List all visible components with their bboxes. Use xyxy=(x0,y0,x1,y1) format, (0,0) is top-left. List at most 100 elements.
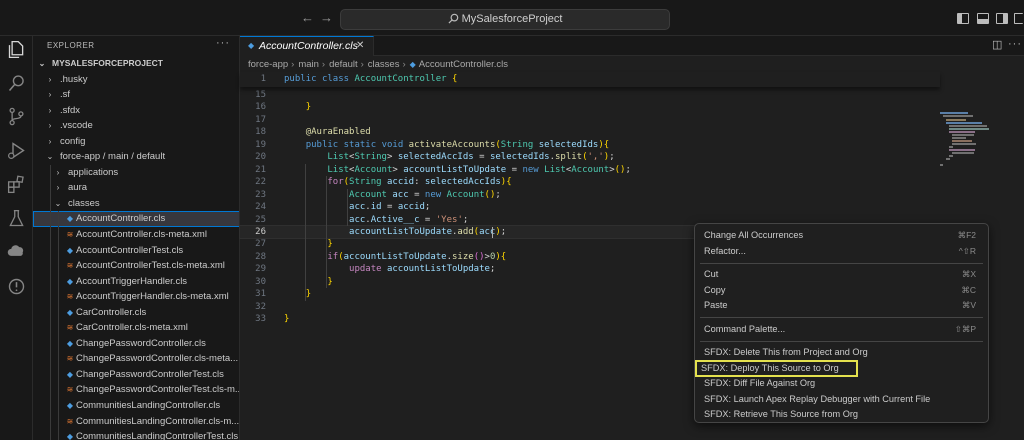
breadcrumb: force-app › main › default › classes › ◆ AccountC… xyxy=(248,57,511,73)
folder-row[interactable]: ⌄ classes xyxy=(33,195,239,212)
indent-guide xyxy=(50,366,51,383)
line-number: 29 xyxy=(255,264,266,275)
file-row[interactable]: ◆ ChangePasswordController.cls xyxy=(33,335,239,352)
more-actions-icon[interactable]: ··· xyxy=(1008,38,1022,50)
code-line[interactable]: 18 @AuraEnabled xyxy=(240,126,940,139)
tree-item-label: .sfdx xyxy=(60,104,81,116)
folder-row[interactable]: ⌄ force-app / main / default xyxy=(33,149,239,165)
file-row[interactable]: ◆ AccountController.cls xyxy=(33,211,239,228)
menu-item-cut[interactable]: Cut ⌘X xyxy=(699,267,984,282)
file-row[interactable]: ◆ AccountTriggerHandler.cls xyxy=(33,273,239,290)
tree-item-label: AccountTriggerHandler.cls xyxy=(76,275,188,287)
salesforce-cloud-icon[interactable] xyxy=(6,241,27,262)
folder-row[interactable]: › .sfdx xyxy=(33,103,239,119)
line-text: update accountListToUpdate; xyxy=(349,264,496,275)
code-line[interactable]: 22 for(String accid: selectedAccIds){ xyxy=(240,176,940,189)
file-row[interactable]: ◆ CommunitiesLandingControllerTest.cls xyxy=(33,429,239,440)
run-and-debug-icon[interactable] xyxy=(6,140,27,161)
menu-item-command-palette[interactable]: Command Palette... ⇧⌘P xyxy=(699,322,984,337)
more-actions-icon[interactable]: ··· xyxy=(216,37,230,49)
folder-row[interactable]: › .husky xyxy=(33,72,239,88)
breadcrumb-item[interactable]: default xyxy=(329,59,358,70)
menu-item-sfdx-deploy-this-source-to-org[interactable]: SFDX: Deploy This Source to Org xyxy=(695,359,858,377)
search-icon[interactable] xyxy=(6,73,27,94)
menu-item-refactor[interactable]: Refactor... ^⇧R xyxy=(699,244,984,259)
menu-item-copy[interactable]: Copy ⌘C xyxy=(699,283,984,298)
code-line[interactable]: 23 Account acc = new Account(); xyxy=(240,189,940,202)
extensions-icon[interactable] xyxy=(6,174,27,195)
indent-guide xyxy=(50,258,51,274)
menu-item-sfdx-delete-this-from-project-and-org[interactable]: SFDX: Delete This from Project and Org xyxy=(699,345,984,360)
indent-guide xyxy=(58,227,59,243)
breadcrumb-item[interactable]: force-app xyxy=(248,59,288,70)
code-line[interactable]: 20 List<String> selectedAccIds = selecte… xyxy=(240,151,940,164)
file-row[interactable]: ◆ ChangePasswordControllerTest.cls xyxy=(33,366,239,383)
menu-item-paste[interactable]: Paste ⌘V xyxy=(699,298,984,313)
folder-row[interactable]: ⌄ MYSALESFORCEPROJECT xyxy=(33,56,239,72)
folder-row[interactable]: › config xyxy=(33,134,239,150)
tree-item-label: AccountControllerTest.cls-meta.xml xyxy=(76,260,225,272)
folder-row[interactable]: › .sf xyxy=(33,87,239,103)
line-number: 26 xyxy=(255,226,266,237)
minimap-line xyxy=(943,115,973,117)
tree-item-label: MYSALESFORCEPROJECT xyxy=(52,58,163,68)
split-editor-icon[interactable]: ◫ xyxy=(992,38,1002,51)
menu-item-sfdx-retrieve-this-source-from-org[interactable]: SFDX: Retrieve This Source from Org xyxy=(699,407,984,422)
tab-account-controller[interactable]: ◆ AccountController.cls ✕ xyxy=(240,36,374,56)
sticky-scroll-header[interactable]: 1 public class AccountController { xyxy=(240,72,940,87)
indent-guide xyxy=(58,398,59,414)
file-row[interactable]: ≋ CarController.cls-meta.xml xyxy=(33,320,239,336)
menu-item-sfdx-launch-apex-replay-debugger-with-current-file[interactable]: SFDX: Launch Apex Replay Debugger with C… xyxy=(699,392,984,407)
problems-alert-icon[interactable] xyxy=(6,276,27,297)
minimap-line xyxy=(952,152,974,154)
line-number: 18 xyxy=(255,127,266,138)
folder-row[interactable]: › .vscode xyxy=(33,118,239,134)
folder-row[interactable]: › aura xyxy=(33,180,239,196)
file-row[interactable]: ◆ CommunitiesLandingController.cls xyxy=(33,398,239,414)
breadcrumb-item[interactable]: main xyxy=(298,59,319,70)
tree-item-label: .sf xyxy=(60,89,71,101)
line-number: 24 xyxy=(255,202,266,213)
testing-flask-icon[interactable] xyxy=(6,208,27,229)
explorer-files-icon[interactable] xyxy=(6,39,27,60)
file-row[interactable]: ≋ AccountControllerTest.cls-meta.xml xyxy=(33,258,239,274)
breadcrumb-item[interactable]: AccountController.cls xyxy=(419,59,508,70)
back-arrow-icon[interactable]: ← xyxy=(301,10,314,25)
file-row[interactable]: ≋ AccountTriggerHandler.cls-meta.xml xyxy=(33,289,239,305)
file-row[interactable]: ◆ CarController.cls xyxy=(33,304,239,321)
menu-item-sfdx-diff-file-against-org[interactable]: SFDX: Diff File Against Org xyxy=(699,376,984,391)
indent-guide xyxy=(58,366,59,383)
file-row[interactable]: ≋ CommunitiesLandingController.cls-m... xyxy=(33,413,239,430)
code-line[interactable]: 17 xyxy=(240,114,940,127)
forward-arrow-icon[interactable]: → xyxy=(320,10,333,25)
tree-item-label: ChangePasswordControllerTest.cls xyxy=(76,368,224,380)
chevron-right-icon: › xyxy=(48,74,52,84)
code-line[interactable]: 19 public static void activateAccounts(S… xyxy=(240,139,940,152)
toggle-panel-icon[interactable] xyxy=(977,13,989,24)
close-tab-icon[interactable]: ✕ xyxy=(356,37,364,55)
menu-item-change-all-occurrences[interactable]: Change All Occurrences ⌘F2 xyxy=(699,228,984,243)
customize-layout-icon[interactable] xyxy=(1014,13,1023,24)
code-line[interactable]: 21 List<Account> accountListToUpdate = n… xyxy=(240,164,940,177)
minimap-line xyxy=(952,134,974,136)
code-line[interactable]: 24 acc.id = accid; xyxy=(240,201,940,214)
folder-row[interactable]: › applications xyxy=(33,164,239,181)
code-line[interactable]: 1 public class AccountController { xyxy=(240,73,940,86)
toggle-primary-sidebar-icon[interactable] xyxy=(957,13,969,24)
file-row[interactable]: ◆ AccountControllerTest.cls xyxy=(33,242,239,259)
file-row[interactable]: ≋ ChangePasswordControllerTest.cls-m... xyxy=(33,382,239,399)
xml-file-icon: ≋ xyxy=(66,261,74,271)
tree-item-label: ChangePasswordController.cls xyxy=(76,337,206,349)
tree-item-label: aura xyxy=(68,182,88,194)
breadcrumb-separator-icon: › xyxy=(291,59,295,70)
toggle-secondary-sidebar-icon[interactable] xyxy=(996,13,1008,24)
code-line[interactable]: 15 xyxy=(240,89,940,102)
code-line[interactable]: 16 } xyxy=(240,101,940,114)
line-text: List<String> selectedAccIds = selectedId… xyxy=(327,152,615,163)
indent-guide xyxy=(58,242,59,259)
command-center-search[interactable]: MySalesforceProject xyxy=(340,9,670,30)
source-control-icon[interactable] xyxy=(6,106,27,127)
breadcrumb-item[interactable]: classes xyxy=(368,59,400,70)
file-row[interactable]: ≋ ChangePasswordController.cls-meta.... xyxy=(33,351,239,367)
file-row[interactable]: ≋ AccountController.cls-meta.xml xyxy=(33,227,239,243)
